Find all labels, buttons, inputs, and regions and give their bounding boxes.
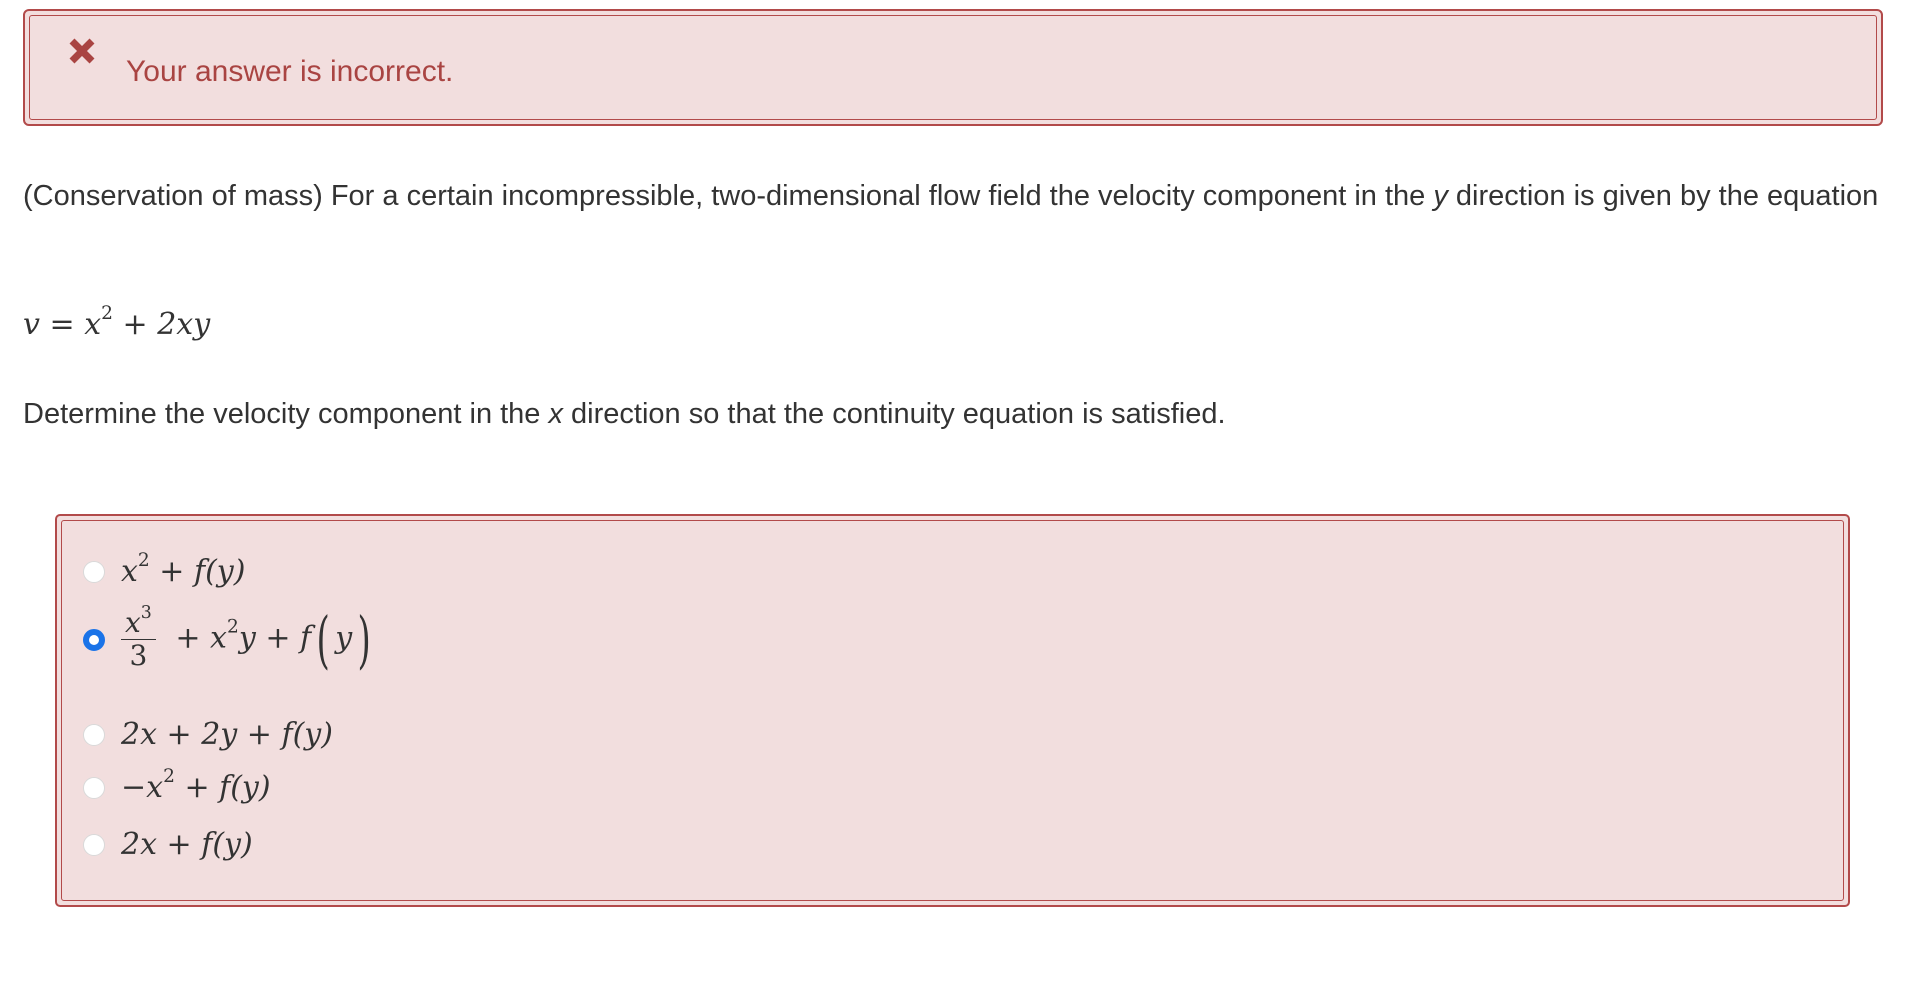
option-b-middle-rest: y + f [238, 620, 312, 656]
option-c-radio[interactable] [83, 723, 105, 746]
equation-term2: 2xy [157, 307, 211, 342]
option-b-middle-base: + x [165, 620, 227, 656]
instruction-part2: direction so that the continuity equatio… [563, 398, 1226, 430]
option-e[interactable]: 2x + f(y) [83, 827, 253, 862]
option-b-paren-close: ) [357, 602, 372, 676]
option-d-label: −x2 + f(y) [121, 767, 271, 805]
equation-equals: = [49, 307, 75, 342]
velocity-equation: v = x2 + 2xy [23, 303, 211, 345]
option-d-prefix: −x [121, 770, 164, 805]
question-text: (Conservation of mass) For a certain inc… [23, 174, 1883, 219]
instruction-part1: Determine the velocity component in the [23, 398, 549, 430]
question-variable-y: y [1433, 180, 1448, 212]
option-b[interactable]: x3 3 + x2y + f(y) [83, 602, 376, 676]
equation-lhs: v [23, 307, 40, 342]
question-intro-part2: direction is given by the equation [1447, 180, 1879, 212]
feedback-text: Your answer is incorrect. [126, 55, 454, 88]
question-instruction: Determine the velocity component in the … [23, 394, 1226, 434]
option-d[interactable]: −x2 + f(y) [83, 767, 271, 805]
answer-options-panel: x2 + f(y) x3 3 + x2y + f(y) 2x + 2y + f(… [55, 514, 1850, 907]
incorrect-feedback-alert: Your answer is incorrect. [23, 9, 1883, 126]
option-b-numerator-base: x [125, 606, 141, 639]
option-e-label: 2x + f(y) [121, 827, 253, 862]
option-c-label: 2x + 2y + f(y) [121, 717, 333, 752]
option-a-label: x2 + f(y) [121, 551, 246, 589]
option-b-middle-exponent: 2 [226, 616, 239, 638]
instruction-variable-x: x [548, 398, 564, 430]
options-inner-border [61, 520, 1844, 901]
equation-term1-base: x [84, 307, 102, 342]
option-b-numerator-exponent: 3 [140, 603, 152, 624]
option-b-paren-inner: y [335, 620, 353, 656]
quiz-page: Your answer is incorrect. (Conservation … [0, 0, 1927, 987]
option-b-denominator: 3 [121, 639, 156, 672]
option-b-label: x3 3 + x2y + f(y) [121, 602, 376, 676]
option-b-fraction: x3 3 [121, 604, 156, 672]
option-c[interactable]: 2x + 2y + f(y) [83, 717, 333, 752]
option-d-exponent: 2 [163, 766, 175, 788]
option-a[interactable]: x2 + f(y) [83, 551, 246, 589]
option-e-radio[interactable] [83, 833, 105, 856]
option-d-rest: + f(y) [174, 770, 271, 805]
option-d-radio[interactable] [83, 776, 105, 799]
option-b-numerator: x3 [121, 604, 156, 639]
option-b-radio-selected[interactable] [83, 628, 105, 651]
question-intro-part1: (Conservation of mass) For a certain inc… [23, 180, 1434, 212]
option-a-radio[interactable] [83, 560, 105, 583]
equation-plus: + [122, 307, 148, 342]
option-a-exponent: 2 [137, 550, 150, 572]
equation-term1-exponent: 2 [101, 303, 113, 325]
x-mark-icon [65, 31, 99, 71]
option-a-base: x [121, 554, 138, 589]
option-b-paren-open: ( [316, 602, 330, 676]
option-a-rest: + f(y) [149, 554, 246, 589]
